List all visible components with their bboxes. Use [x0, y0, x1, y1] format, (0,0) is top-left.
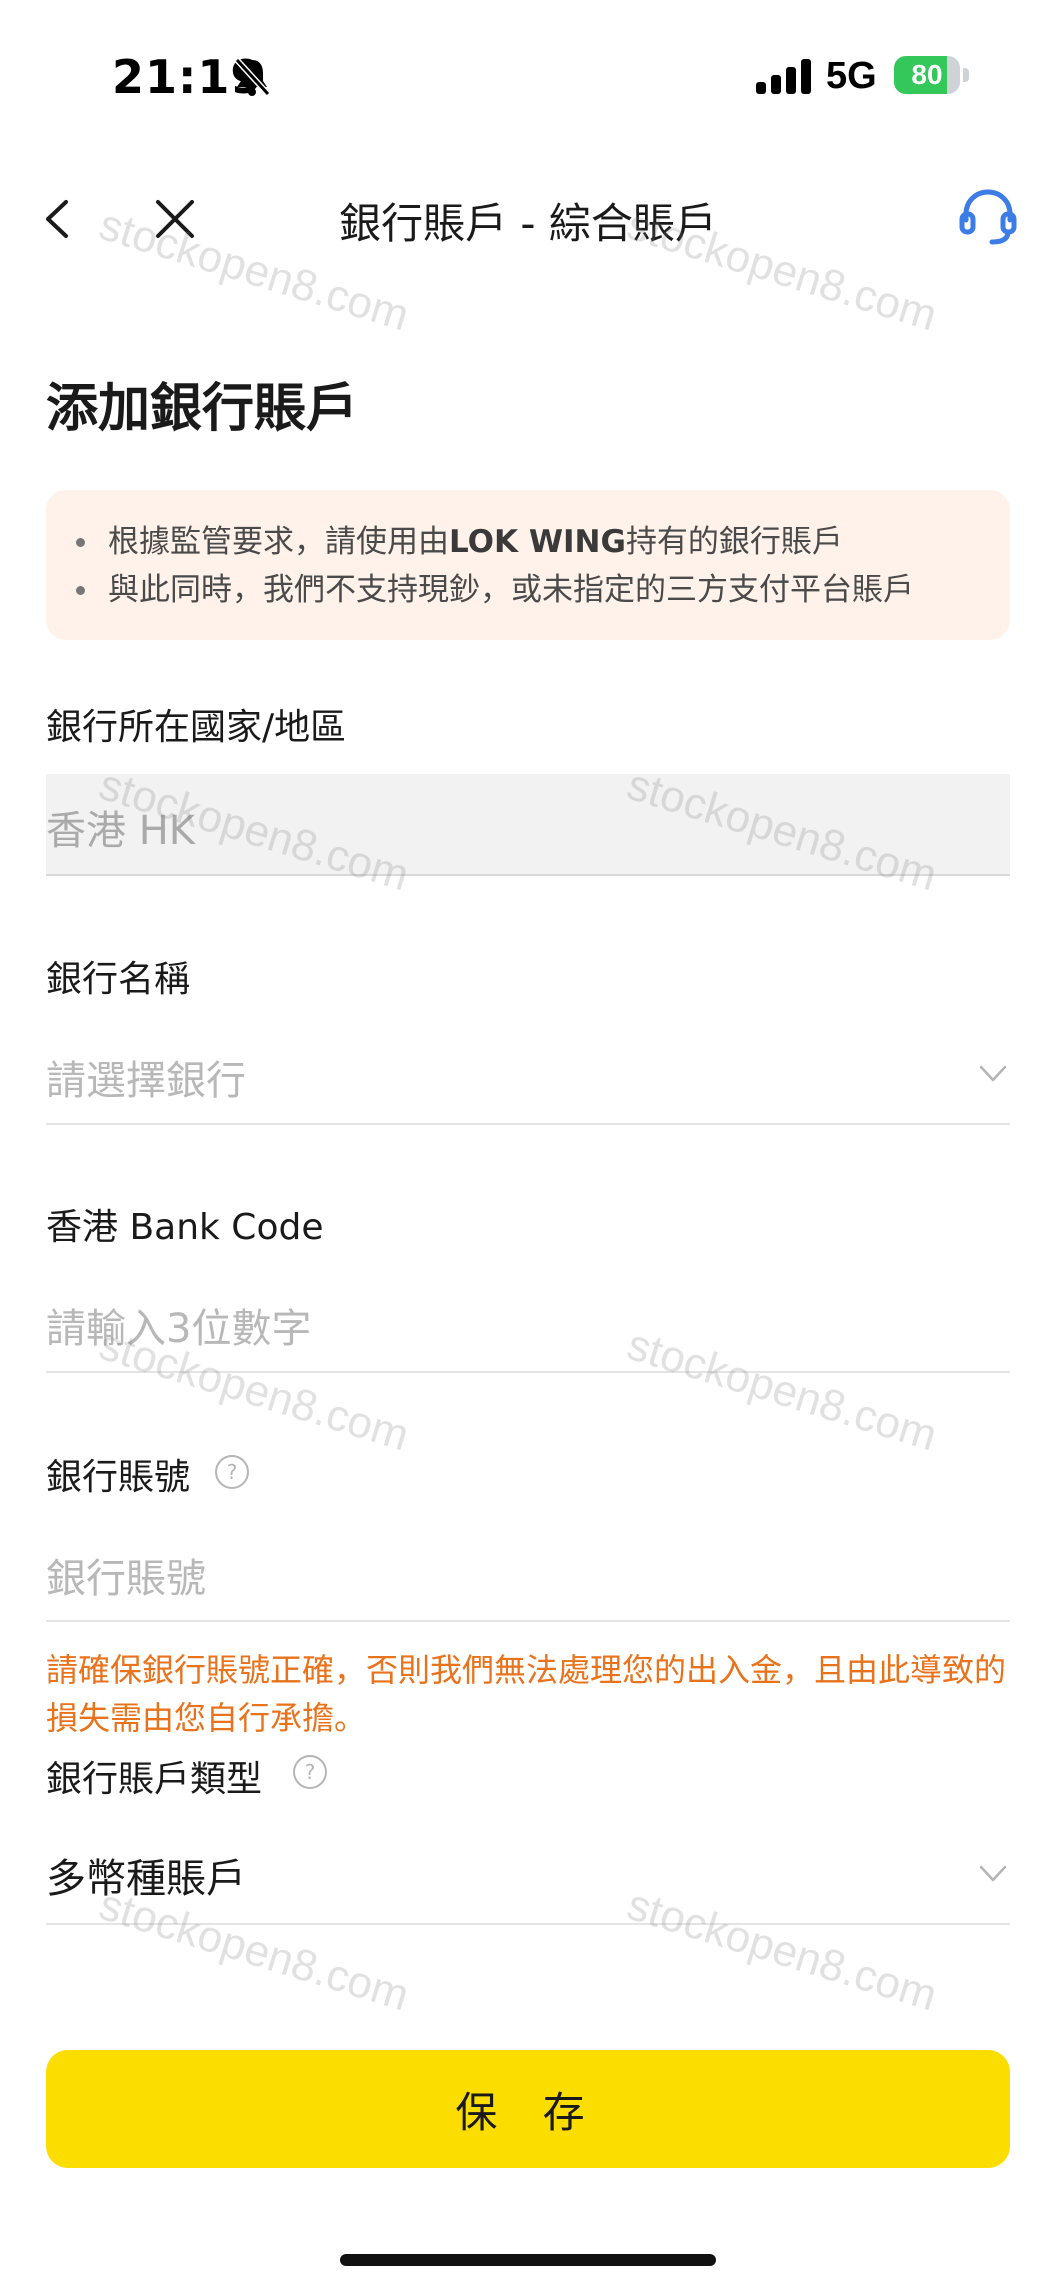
close-icon[interactable] — [150, 194, 200, 244]
divider — [46, 1371, 1010, 1373]
notice-item: 根據監管要求，請使用由LOK WING持有的銀行賬戶 — [70, 518, 914, 566]
warning-text: 請確保銀行賬號正確，否則我們無法處理您的出入金，且由此導致的損失需由您自行承擔。 — [46, 1651, 1007, 1737]
svg-text:?: ? — [305, 1760, 316, 1784]
home-indicator — [340, 2254, 716, 2266]
divider — [46, 1123, 1010, 1125]
svg-text:?: ? — [227, 1460, 238, 1484]
bank-name-select[interactable]: 請選擇銀行 — [46, 1048, 1010, 1106]
bank-name-label: 銀行名稱 — [46, 959, 191, 1000]
save-button[interactable]: 保 存 — [46, 2050, 1010, 2168]
account-type-select[interactable]: 多幣種賬戶 — [46, 1846, 1010, 1904]
signal-icon — [756, 59, 811, 94]
help-icon[interactable]: ? — [292, 1754, 328, 1790]
page-title: 添加銀行賬戶 — [46, 379, 359, 439]
battery-icon: 80 — [894, 56, 970, 96]
country-label: 銀行所在國家/地區 — [46, 707, 347, 748]
chevron-down-icon[interactable] — [978, 1064, 1008, 1084]
country-field: 香港 HK — [46, 774, 1010, 876]
network-type: 5G — [826, 55, 877, 97]
bank-code-label: 香港 Bank Code — [46, 1207, 324, 1248]
divider — [46, 1620, 1010, 1622]
bank-code-input[interactable]: 請輸入3位數字 — [46, 1296, 1010, 1354]
country-value: 香港 HK — [46, 808, 196, 854]
help-icon[interactable]: ? — [214, 1454, 250, 1490]
account-type-label: 銀行賬戶類型 — [46, 1759, 263, 1800]
bell-muted-icon — [234, 57, 271, 97]
battery-level: 80 — [911, 59, 943, 90]
notice-box: 根據監管要求，請使用由LOK WING持有的銀行賬戶 與此同時，我們不支持現鈔，… — [46, 490, 1010, 640]
divider — [46, 1923, 1010, 1925]
headset-icon[interactable] — [958, 186, 1018, 248]
nav-title: 銀行賬戶 - 綜合賬戶 — [339, 199, 717, 248]
account-number-input[interactable]: 銀行賬號 — [46, 1546, 1010, 1604]
account-number-label: 銀行賬號 — [46, 1457, 191, 1498]
chevron-down-icon[interactable] — [978, 1864, 1008, 1884]
notice-item: 與此同時，我們不支持現鈔，或未指定的三方支付平台賬戶 — [70, 566, 914, 614]
chevron-left-icon[interactable] — [38, 194, 78, 244]
